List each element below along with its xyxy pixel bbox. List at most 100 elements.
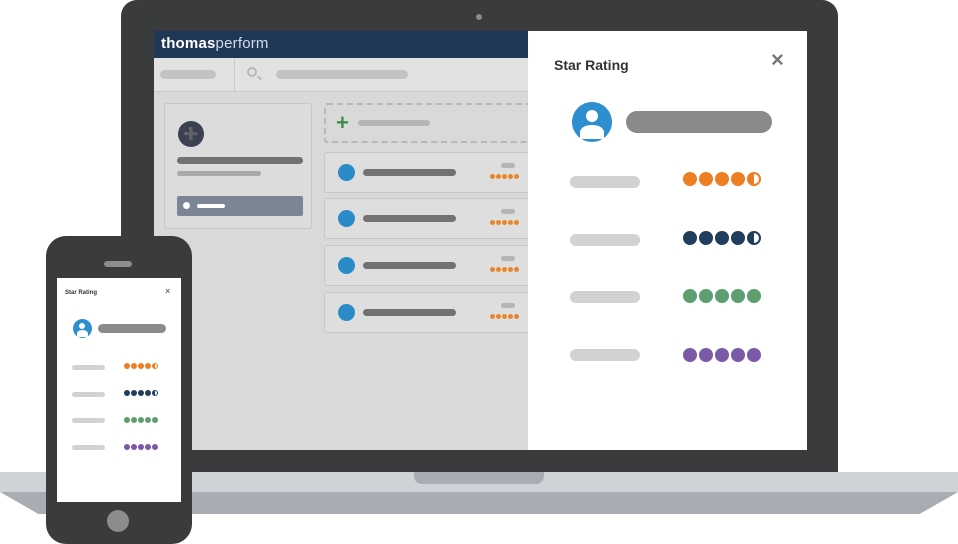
- rating-dots-2[interactable]: [124, 390, 158, 396]
- rating-dot-filled[interactable]: [699, 289, 713, 303]
- list-item-tag: [501, 303, 515, 308]
- profile-card: ➕: [164, 103, 312, 229]
- rating-dot-half[interactable]: [152, 363, 158, 369]
- brand-light: perform: [215, 35, 269, 52]
- brand-logo: thomasperform: [161, 35, 269, 52]
- rating-dot-filled[interactable]: [138, 417, 144, 423]
- search-input[interactable]: [276, 70, 408, 79]
- close-icon[interactable]: ×: [771, 47, 784, 73]
- plus-icon[interactable]: +: [336, 109, 349, 137]
- rating-dot-filled[interactable]: [131, 363, 137, 369]
- rating-dot-filled[interactable]: [731, 172, 745, 186]
- rating-dots-3[interactable]: [124, 417, 158, 423]
- rating-dot-filled[interactable]: [124, 417, 130, 423]
- rating-dot-filled[interactable]: [145, 417, 151, 423]
- rating-dot-filled[interactable]: [138, 444, 144, 450]
- rating-dot-filled[interactable]: [145, 363, 151, 369]
- rating-dot-filled[interactable]: [747, 289, 761, 303]
- list-item-avatar: [338, 210, 355, 227]
- search-icon[interactable]: [247, 67, 257, 77]
- rating-dot-filled[interactable]: [731, 289, 745, 303]
- brand-bold: thomas: [161, 35, 216, 52]
- list-item-avatar: [338, 164, 355, 181]
- rating-dot-filled[interactable]: [747, 348, 761, 362]
- rating-dot-filled[interactable]: [683, 289, 697, 303]
- list-item[interactable]: [324, 152, 539, 193]
- rating-dot-filled[interactable]: [131, 390, 137, 396]
- rating-dot-half[interactable]: [152, 390, 158, 396]
- rating-dot-filled[interactable]: [683, 231, 697, 245]
- rating-dot-filled[interactable]: [699, 348, 713, 362]
- rating-dots-3[interactable]: [683, 289, 761, 303]
- list-item-name-bar: [363, 262, 456, 269]
- phone-speaker: [104, 261, 132, 267]
- rating-dots-1[interactable]: [683, 172, 761, 186]
- star-rating-panel: Star Rating ×: [528, 31, 807, 450]
- rating-dot-filled[interactable]: [145, 390, 151, 396]
- list-item-name-bar: [363, 309, 456, 316]
- list-item-avatar: [338, 304, 355, 321]
- rating-dot-filled[interactable]: [124, 363, 130, 369]
- rating-label-bar: [570, 291, 640, 303]
- rating-dots-4[interactable]: [683, 348, 761, 362]
- rating-dot-filled[interactable]: [138, 363, 144, 369]
- rating-dot-filled[interactable]: [138, 390, 144, 396]
- rating-dot-filled[interactable]: [683, 172, 697, 186]
- rating-label-bar: [570, 234, 640, 246]
- rating-dot-half[interactable]: [747, 172, 761, 186]
- profile-action-button[interactable]: [177, 196, 303, 216]
- list-item-name-bar: [363, 169, 456, 176]
- rating-dot-half[interactable]: [747, 231, 761, 245]
- list-item-rating: [490, 267, 519, 272]
- user-name-bar: [98, 324, 166, 333]
- rating-dots-4[interactable]: [124, 444, 158, 450]
- profile-name-bar: [177, 157, 303, 164]
- rating-label-bar: [72, 365, 105, 370]
- rating-dot-filled[interactable]: [715, 231, 729, 245]
- phone: Star Rating ×: [46, 236, 192, 544]
- rating-dot-filled[interactable]: [699, 172, 713, 186]
- rating-dots-1[interactable]: [124, 363, 158, 369]
- add-user-icon[interactable]: ➕: [178, 121, 204, 147]
- list-item-tag: [501, 209, 515, 214]
- rating-dot-filled[interactable]: [683, 348, 697, 362]
- rating-label-bar: [570, 349, 640, 361]
- rating-dot-filled[interactable]: [131, 444, 137, 450]
- rating-label-bar: [570, 176, 640, 188]
- rating-dot-filled[interactable]: [731, 231, 745, 245]
- rating-dot-filled[interactable]: [152, 417, 158, 423]
- rating-dot-filled[interactable]: [124, 444, 130, 450]
- rating-dots-2[interactable]: [683, 231, 761, 245]
- rating-dot-filled[interactable]: [124, 390, 130, 396]
- user-name-bar: [626, 111, 772, 133]
- list-item-avatar: [338, 257, 355, 274]
- user-avatar-icon: [572, 102, 612, 142]
- phone-home-button[interactable]: [107, 510, 129, 532]
- rating-label-bar: [72, 445, 105, 450]
- rating-dot-filled[interactable]: [145, 444, 151, 450]
- rating-label-bar: [72, 418, 105, 423]
- list-item[interactable]: [324, 292, 539, 333]
- add-item-label-bar: [358, 120, 430, 126]
- add-item-box[interactable]: +: [324, 103, 539, 143]
- rating-dot-filled[interactable]: [731, 348, 745, 362]
- modal-title: Star Rating: [65, 290, 98, 296]
- list-item-rating: [490, 174, 519, 179]
- list-item-rating: [490, 220, 519, 225]
- close-icon[interactable]: ×: [165, 286, 170, 296]
- phone-screen: Star Rating ×: [57, 278, 181, 502]
- rating-dot-filled[interactable]: [715, 172, 729, 186]
- list-item[interactable]: [324, 198, 539, 239]
- list-item-rating: [490, 314, 519, 319]
- list-item[interactable]: [324, 245, 539, 286]
- rating-dot-filled[interactable]: [715, 289, 729, 303]
- toolbar-divider: [234, 58, 235, 91]
- laptop-screen: thomasperform ➕ + Star Rating ×: [154, 31, 807, 450]
- rating-dot-filled[interactable]: [715, 348, 729, 362]
- rating-dot-filled[interactable]: [152, 444, 158, 450]
- toolbar-menu-button[interactable]: [160, 70, 216, 79]
- rating-dot-filled[interactable]: [699, 231, 713, 245]
- rating-dot-filled[interactable]: [131, 417, 137, 423]
- user-avatar-icon: [73, 319, 92, 338]
- profile-subtitle-bar: [177, 171, 261, 176]
